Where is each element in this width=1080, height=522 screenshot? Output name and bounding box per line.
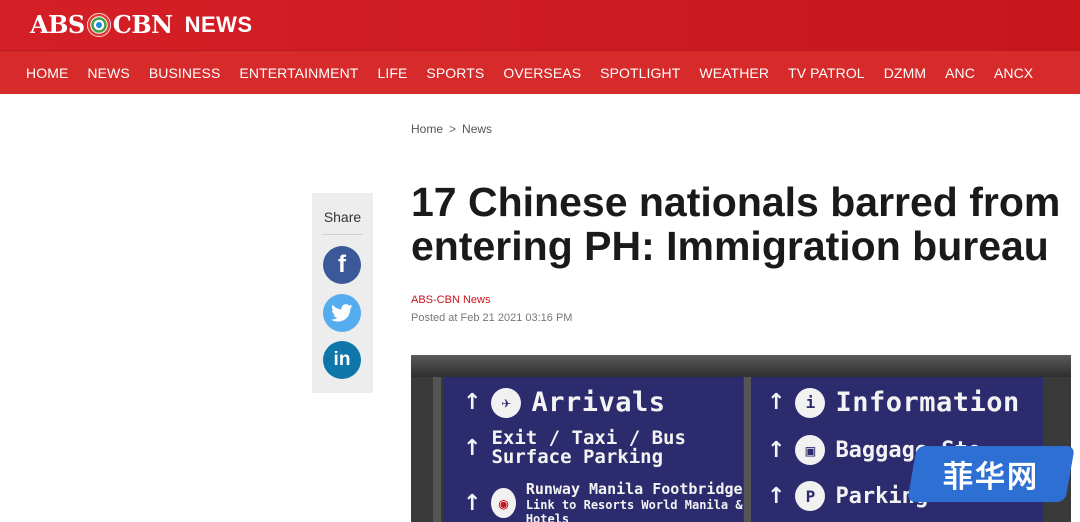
headline-line-1: 17 Chinese nationals barred from bbox=[411, 179, 1061, 225]
sign-text-arrivals: Arrivals bbox=[531, 387, 666, 418]
arrow-up-icon: ↑ bbox=[463, 390, 482, 415]
breadcrumb: Home > News bbox=[411, 122, 492, 136]
nav-item-spotlight[interactable]: SPOTLIGHT bbox=[600, 65, 680, 81]
share-divider bbox=[322, 234, 363, 235]
nav-item-ancx[interactable]: ANCX bbox=[994, 65, 1033, 81]
linkedin-icon: in bbox=[333, 349, 351, 370]
baggage-icon: ▣ bbox=[795, 435, 826, 465]
logo-text-news: NEWS bbox=[184, 12, 253, 37]
facebook-icon: f bbox=[338, 251, 346, 278]
share-panel: Share f in bbox=[312, 193, 373, 393]
watermark-logo: 菲华网 bbox=[907, 446, 1075, 502]
info-icon: i bbox=[795, 387, 826, 418]
sign-text-information: Information bbox=[835, 387, 1020, 418]
sign-text-footbridge: Runway Manila Footbridge bbox=[525, 480, 743, 498]
sign-row-footbridge: ↑ ◉ Runway Manila Footbridge Link to Res… bbox=[463, 480, 743, 522]
sign-row-information: ↑ i Information bbox=[767, 387, 1020, 418]
nav-item-dzmm[interactable]: DZMM bbox=[884, 65, 926, 81]
logo-text-abs: ABS bbox=[30, 10, 85, 39]
nav-item-sports[interactable]: SPORTS bbox=[426, 65, 484, 81]
nav-item-anc[interactable]: ANC bbox=[945, 65, 975, 81]
nav-item-weather[interactable]: WEATHER bbox=[699, 65, 769, 81]
arrow-up-icon: ↑ bbox=[767, 437, 786, 463]
twitter-share-button[interactable] bbox=[323, 294, 361, 332]
site-header: ABS CBN NEWS bbox=[0, 0, 1080, 50]
article-headline: 17 Chinese nationals barred from enterin… bbox=[411, 180, 1071, 268]
twitter-icon bbox=[331, 304, 353, 322]
main-nav: HOME NEWS BUSINESS ENTERTAINMENT LIFE SP… bbox=[0, 50, 1080, 94]
sign-row-arrivals: ↑ ✈ Arrivals bbox=[463, 387, 665, 418]
sign-text-resorts-link: Link to Resorts World Manila & Hotels bbox=[525, 498, 743, 522]
photo-sign-post bbox=[433, 377, 441, 522]
arrow-up-icon: ↑ bbox=[463, 490, 482, 516]
sign-text-exit-stack: Exit / Taxi / Bus Surface Parking bbox=[491, 429, 685, 467]
runway-manila-icon: ◉ bbox=[491, 488, 516, 518]
airplane-icon: ✈ bbox=[491, 387, 522, 418]
photo-sign-left: ↑ ✈ Arrivals ↑ Exit / Taxi / Bus Surface… bbox=[443, 377, 743, 522]
nav-item-news[interactable]: NEWS bbox=[87, 65, 129, 81]
nav-item-entertainment[interactable]: ENTERTAINMENT bbox=[239, 65, 358, 81]
nav-item-business[interactable]: BUSINESS bbox=[149, 65, 221, 81]
arrow-up-icon: ↑ bbox=[767, 483, 786, 509]
nav-list: HOME NEWS BUSINESS ENTERTAINMENT LIFE SP… bbox=[0, 51, 1080, 94]
logo-text-cbn: CBN bbox=[112, 10, 173, 39]
share-label: Share bbox=[323, 209, 362, 225]
breadcrumb-news[interactable]: News bbox=[462, 122, 492, 136]
sign-text-surface-parking: Surface Parking bbox=[491, 446, 664, 468]
nav-item-tv-patrol[interactable]: TV PATROL bbox=[788, 65, 865, 81]
sign-row-parking: ↑ P Parking bbox=[767, 481, 928, 511]
linkedin-share-button[interactable]: in bbox=[323, 341, 361, 379]
breadcrumb-home[interactable]: Home bbox=[411, 122, 443, 136]
arrow-up-icon: ↑ bbox=[767, 390, 786, 415]
watermark-text: 菲华网 bbox=[943, 460, 1039, 495]
sign-row-exit: ↑ Exit / Taxi / Bus Surface Parking bbox=[463, 429, 686, 467]
logo-rgb-icon bbox=[86, 13, 111, 37]
breadcrumb-separator: > bbox=[449, 122, 457, 136]
article-source[interactable]: ABS-CBN News bbox=[411, 294, 490, 306]
article-timestamp: Posted at Feb 21 2021 03:16 PM bbox=[411, 312, 573, 324]
headline-line-2: entering PH: Immigration bureau bbox=[411, 223, 1049, 269]
photo-ceiling bbox=[411, 355, 1071, 377]
nav-item-overseas[interactable]: OVERSEAS bbox=[503, 65, 581, 81]
sign-text-footbridge-stack: Runway Manila Footbridge Link to Resorts… bbox=[526, 480, 743, 522]
parking-icon: P bbox=[795, 481, 826, 511]
facebook-share-button[interactable]: f bbox=[323, 246, 361, 284]
nav-item-life[interactable]: LIFE bbox=[377, 65, 407, 81]
nav-item-home[interactable]: HOME bbox=[26, 65, 68, 81]
abs-cbn-news-logo[interactable]: ABS CBN NEWS bbox=[30, 11, 253, 39]
arrow-up-icon: ↑ bbox=[463, 435, 482, 461]
